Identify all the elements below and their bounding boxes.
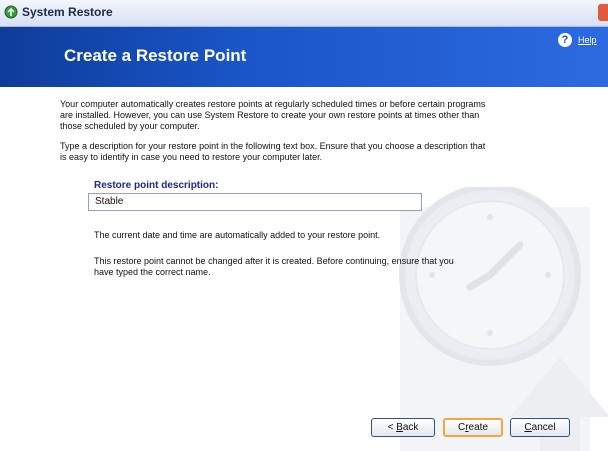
page-title: Create a Restore Point [64, 46, 247, 65]
window-title: System Restore [22, 5, 113, 19]
create-button[interactable]: Create [443, 418, 503, 437]
instruction-text: Type a description for your restore poin… [60, 141, 486, 162]
help-icon[interactable]: ? [558, 33, 572, 47]
back-button[interactable]: < Back [371, 418, 435, 437]
title-bar: System Restore [0, 0, 608, 27]
datetime-note: The current date and time are automatica… [94, 230, 381, 240]
content-panel: Your computer automatically creates rest… [0, 87, 608, 451]
description-input[interactable]: Stable [88, 193, 422, 211]
intro-text: Your computer automatically creates rest… [60, 99, 486, 131]
permanent-note: This restore point cannot be changed aft… [94, 256, 454, 277]
description-label: Restore point description: [94, 180, 219, 191]
clock-watermark-icon [399, 187, 608, 451]
close-button[interactable] [598, 4, 608, 21]
system-restore-icon [4, 5, 18, 19]
help-link[interactable]: Help [578, 35, 597, 45]
cancel-button[interactable]: Cancel [510, 418, 570, 437]
header-banner: Create a Restore Point ? Help [0, 27, 608, 87]
